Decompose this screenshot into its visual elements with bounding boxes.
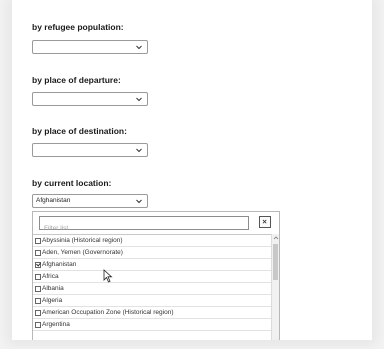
filter-list-input[interactable]	[40, 222, 248, 235]
clear-filter-button[interactable]	[259, 216, 271, 228]
option-africa[interactable]: Africa	[33, 271, 271, 283]
current-location-dropdown[interactable]: Afghanistan	[32, 194, 148, 208]
current-location-value: Afghanistan	[36, 197, 71, 204]
option-checkbox[interactable]	[35, 237, 41, 244]
location-options-list: Abyssinia (Historical region) Aden, Yeme…	[33, 234, 271, 340]
option-checkbox[interactable]	[35, 285, 41, 292]
option-label: Aden, Yemen (Governorate)	[42, 249, 123, 256]
option-checkbox[interactable]	[35, 309, 41, 316]
scroll-up-icon[interactable]	[272, 234, 280, 242]
search-filters-panel: by refugee population: by place of depar…	[12, 0, 372, 340]
option-checkbox[interactable]	[35, 273, 41, 280]
option-aden-yemen[interactable]: Aden, Yemen (Governorate)	[33, 247, 271, 259]
option-label: Africa	[42, 273, 59, 280]
option-afghanistan[interactable]: Afghanistan	[33, 259, 271, 271]
option-checkbox-checked[interactable]	[35, 261, 41, 268]
location-options-panel: Abyssinia (Historical region) Aden, Yeme…	[32, 211, 280, 340]
option-label: Abyssinia (Historical region)	[42, 237, 123, 244]
option-label: American Occupation Zone (Historical reg…	[42, 309, 174, 316]
option-albania[interactable]: Albania	[33, 283, 271, 295]
option-checkbox[interactable]	[35, 297, 41, 304]
scrollbar-thumb[interactable]	[273, 244, 278, 280]
option-label: Afghanistan	[42, 261, 77, 268]
chevron-down-icon	[136, 45, 142, 50]
option-argentina[interactable]: Argentina	[33, 319, 271, 331]
place-of-destination-label: by place of destination:	[32, 126, 127, 136]
option-checkbox[interactable]	[35, 321, 41, 328]
chevron-down-icon	[136, 148, 142, 153]
refugee-population-dropdown[interactable]	[32, 40, 148, 54]
mouse-pointer-icon	[103, 269, 113, 283]
option-algeria[interactable]: Algeria	[33, 295, 271, 307]
option-label: Albania	[42, 285, 64, 292]
close-icon	[262, 219, 267, 224]
refugee-population-label: by refugee population:	[32, 22, 124, 32]
place-of-destination-dropdown[interactable]	[32, 143, 148, 157]
option-abyssinia[interactable]: Abyssinia (Historical region)	[33, 235, 271, 247]
chevron-down-icon	[136, 97, 142, 102]
option-label: Algeria	[42, 297, 63, 304]
scroll-down-icon[interactable]	[272, 337, 280, 340]
place-of-departure-dropdown[interactable]	[32, 92, 148, 106]
filter-list-field[interactable]	[39, 216, 249, 235]
chevron-down-icon	[136, 199, 142, 204]
current-location-label: by current location:	[32, 178, 112, 188]
option-american-occupation-zone[interactable]: American Occupation Zone (Historical reg…	[33, 307, 271, 319]
option-checkbox[interactable]	[35, 249, 41, 256]
place-of-departure-label: by place of departure:	[32, 75, 121, 85]
options-scrollbar[interactable]	[271, 234, 279, 340]
option-label: Argentina	[42, 321, 70, 328]
